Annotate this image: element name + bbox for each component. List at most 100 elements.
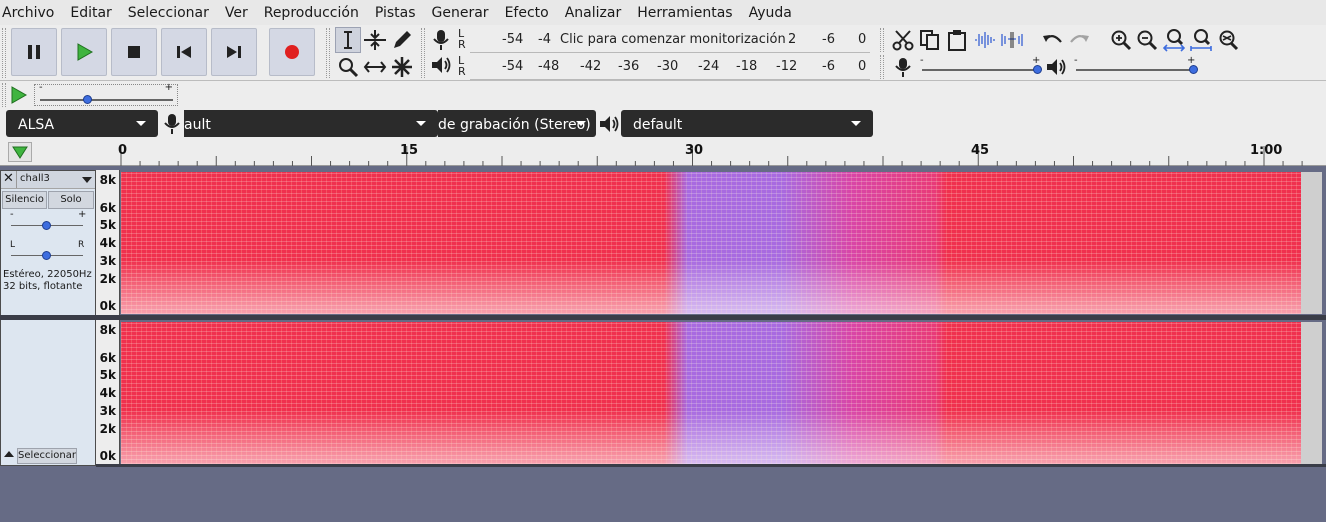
play-button[interactable] xyxy=(61,28,107,76)
record-volume-icon xyxy=(894,57,912,81)
menu-ver[interactable]: Ver xyxy=(223,5,248,21)
solo-button[interactable]: Solo xyxy=(48,191,94,209)
ruler-label: 30 xyxy=(685,143,704,158)
scale-label: 0k xyxy=(99,449,116,463)
menu-archivo[interactable]: Archivo xyxy=(0,5,54,21)
playback-device-select[interactable]: default xyxy=(621,110,873,137)
menu-editar[interactable]: Editar xyxy=(68,5,111,21)
collapse-track-button[interactable] xyxy=(2,448,16,464)
tools-toolbar-grip[interactable] xyxy=(326,28,330,78)
play-at-speed-slider[interactable] xyxy=(40,95,173,104)
track-format-info: Estéreo, 22050Hz 32 bits, flotante xyxy=(3,269,92,293)
chevron-down-icon xyxy=(576,121,586,126)
channel-separator xyxy=(0,315,1326,320)
menu-ayuda[interactable]: Ayuda xyxy=(747,5,792,21)
scale-label: 3k xyxy=(99,254,116,268)
record-meter-icon[interactable] xyxy=(431,29,451,55)
device-toolbar: ALSA ault de grabación (Stereo) default xyxy=(0,110,1326,138)
fit-selection-button[interactable] xyxy=(1161,27,1187,53)
undo-icon xyxy=(1043,35,1062,43)
record-meter[interactable]: -54 -4 Clic para comenzar monitorización… xyxy=(470,27,870,53)
menu-reproduccion[interactable]: Reproducción xyxy=(262,5,359,21)
track-bottom-border xyxy=(96,464,1326,467)
menu-generar[interactable]: Generar xyxy=(430,5,489,21)
silence-button[interactable] xyxy=(999,27,1025,53)
zoom-in-button[interactable] xyxy=(1108,27,1134,53)
record-volume-knob[interactable] xyxy=(1033,65,1042,74)
spectrogram-left-channel[interactable] xyxy=(121,172,1301,314)
undo-button[interactable] xyxy=(1040,27,1066,53)
vertical-scale-right-channel[interactable]: 8k 6k 5k 4k 3k 2k 0k xyxy=(96,320,120,466)
play-icon xyxy=(11,86,28,104)
pan-knob[interactable] xyxy=(42,251,51,260)
track-name[interactable]: chall3 xyxy=(20,173,50,184)
record-button[interactable] xyxy=(269,28,315,76)
playback-volume-slider[interactable] xyxy=(1076,65,1198,74)
meter-toolbar-grip[interactable] xyxy=(421,28,425,78)
recording-channels-value: de grabación (Stereo) xyxy=(438,117,591,133)
recording-device-select[interactable]: ault xyxy=(184,110,438,137)
select-track-button[interactable]: Seleccionar xyxy=(17,448,77,464)
speed-max-label: + xyxy=(164,82,173,93)
edit-toolbar-grip[interactable] xyxy=(880,28,884,52)
ruler-label: 15 xyxy=(400,143,419,158)
playback-meter-tick: 0 xyxy=(858,59,867,74)
draw-tool[interactable] xyxy=(389,27,415,53)
playback-volume-knob[interactable] xyxy=(1189,65,1198,74)
play-at-speed-grip[interactable] xyxy=(2,83,6,107)
playback-meter-tick: -30 xyxy=(657,59,679,74)
paste-button[interactable] xyxy=(944,27,970,53)
skip-to-start-button[interactable] xyxy=(161,28,207,76)
skip-to-end-icon xyxy=(227,46,241,58)
fit-project-button[interactable] xyxy=(1188,27,1214,53)
trim-button[interactable] xyxy=(972,27,998,53)
timeline-ruler[interactable]: 0 15 30 45 1:00 xyxy=(0,138,1326,166)
pan-slider[interactable] xyxy=(11,251,83,260)
playback-meter[interactable]: -54 -48 -42 -36 -30 -24 -18 -12 -6 0 xyxy=(470,54,870,80)
timeshift-tool[interactable] xyxy=(362,54,388,80)
menu-herramientas[interactable]: Herramientas xyxy=(635,5,732,21)
copy-button[interactable] xyxy=(917,27,943,53)
play-at-speed-slider-box: - + xyxy=(34,82,178,106)
transport-toolbar-grip[interactable] xyxy=(2,28,6,78)
cut-icon xyxy=(892,30,914,51)
zoom-toggle-button[interactable] xyxy=(1215,27,1241,53)
envelope-tool[interactable] xyxy=(362,27,388,53)
menu-seleccionar[interactable]: Seleccionar xyxy=(126,5,209,21)
record-meter-message[interactable]: Clic para comenzar monitorización xyxy=(558,32,788,47)
play-at-speed-knob[interactable] xyxy=(82,95,92,104)
pause-button[interactable] xyxy=(11,28,57,76)
zoom-tool[interactable] xyxy=(335,54,361,80)
menu-analizar[interactable]: Analizar xyxy=(563,5,622,21)
close-track-button[interactable]: ✕ xyxy=(1,171,17,188)
mute-button[interactable]: Silencio xyxy=(2,191,47,209)
track-menu-chevron-down-icon[interactable] xyxy=(82,177,92,183)
microphone-icon xyxy=(895,58,911,77)
zoom-out-icon xyxy=(1137,30,1158,51)
skip-to-end-button[interactable] xyxy=(211,28,257,76)
spectrogram-right-channel[interactable] xyxy=(121,322,1301,464)
vertical-scale-left-channel[interactable]: 8k 6k 5k 4k 3k 2k 0k xyxy=(96,170,120,315)
playback-device-value: default xyxy=(633,117,683,133)
playback-meter-icon[interactable] xyxy=(430,55,452,79)
redo-button[interactable] xyxy=(1066,27,1092,53)
cut-button[interactable] xyxy=(890,27,916,53)
zoom-out-button[interactable] xyxy=(1134,27,1160,53)
gain-slider[interactable] xyxy=(11,221,83,230)
play-at-speed-button[interactable] xyxy=(10,86,28,108)
multi-tool[interactable] xyxy=(389,54,415,80)
stop-button[interactable] xyxy=(111,28,157,76)
playback-volume-min: - xyxy=(1074,55,1078,66)
gain-max-label: + xyxy=(78,209,87,220)
recording-channels-select[interactable]: de grabación (Stereo) xyxy=(438,110,596,137)
record-volume-slider[interactable] xyxy=(922,65,1042,74)
skip-to-start-icon xyxy=(177,46,191,58)
selection-tool[interactable] xyxy=(335,27,361,53)
menu-pistas[interactable]: Pistas xyxy=(373,5,416,21)
gain-knob[interactable] xyxy=(42,221,51,230)
toolbar-divider xyxy=(0,80,1326,81)
ruler-label: 0 xyxy=(118,143,128,158)
menu-efecto[interactable]: Efecto xyxy=(503,5,549,21)
mixer-toolbar-grip[interactable] xyxy=(880,55,884,79)
audio-host-select[interactable]: ALSA xyxy=(6,110,158,137)
